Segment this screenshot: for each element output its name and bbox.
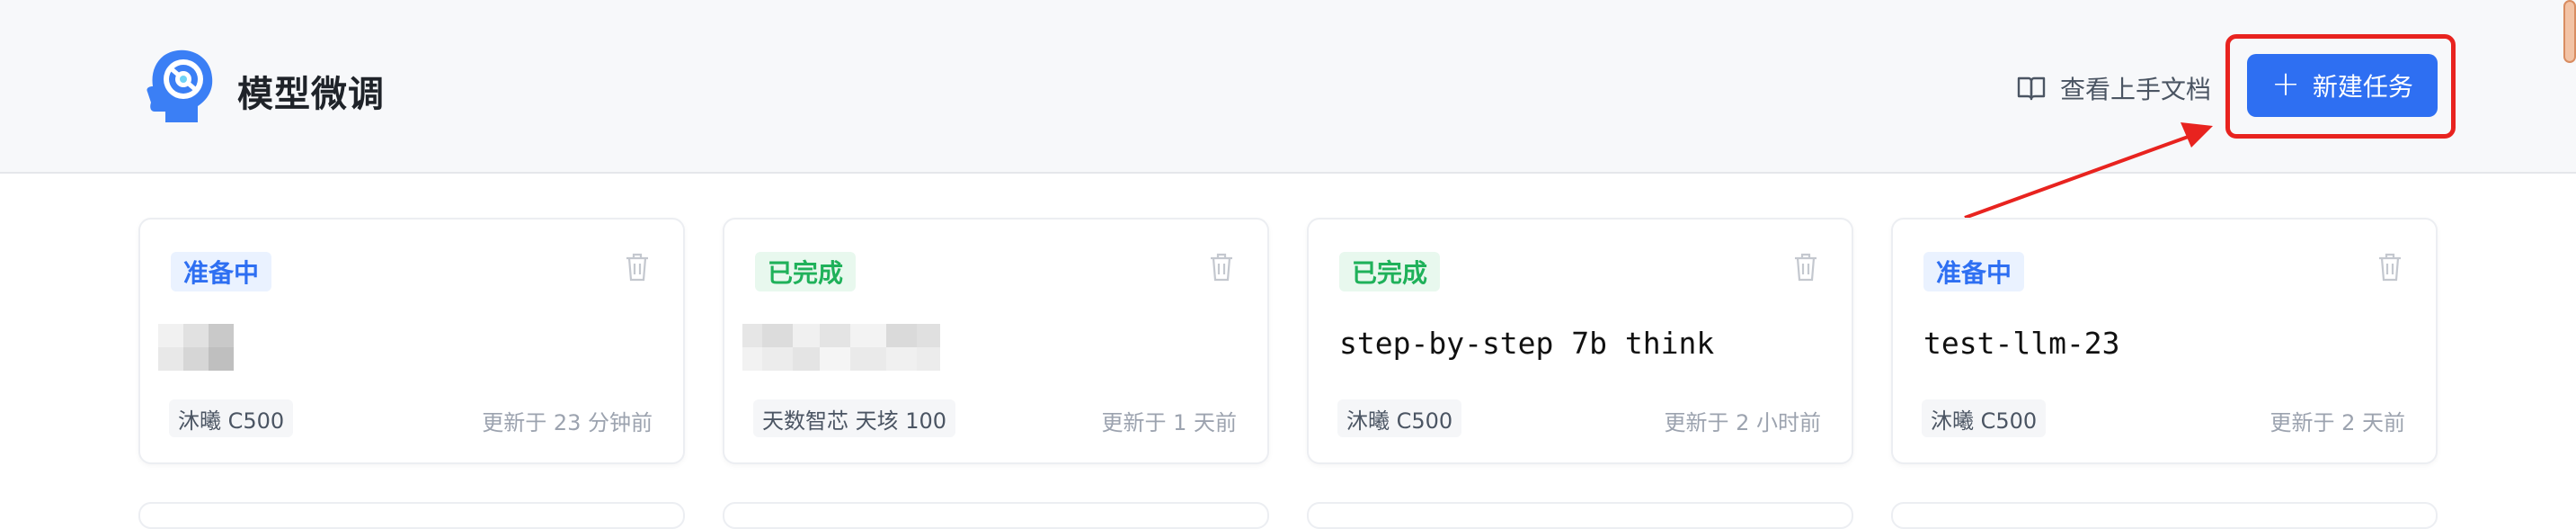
- task-card[interactable]: 已完成 step-by-step 7b think 沐曦 C500 更新于 2 …: [1307, 218, 1853, 464]
- task-name: test-llm-23: [1923, 326, 2120, 361]
- redacted-task-name: [742, 324, 940, 371]
- status-badge: 已完成: [755, 252, 857, 291]
- page-header: 模型微调 查看上手文档 + 新建任务: [0, 0, 2576, 174]
- docs-link-label: 查看上手文档: [2060, 75, 2212, 104]
- task-card[interactable]: 准备中 test-llm-23 沐曦 C500 更新于 2 天前: [1891, 218, 2438, 464]
- updated-time: 更新于 2 天前: [2270, 410, 2405, 435]
- device-tag: 沐曦 C500: [169, 399, 294, 437]
- scrollbar-thumb[interactable]: [2563, 0, 2576, 63]
- task-card[interactable]: 准备中 沐曦 C500 更新于 23 分钟前: [138, 218, 685, 464]
- device-tag: 沐曦 C500: [1337, 399, 1462, 437]
- device-tag: 沐曦 C500: [1922, 399, 2047, 437]
- trash-icon[interactable]: [1208, 252, 1235, 282]
- task-name: step-by-step 7b think: [1339, 326, 1715, 361]
- trash-icon[interactable]: [624, 252, 651, 282]
- page-title: 模型微调: [237, 74, 385, 115]
- task-card-partial[interactable]: [1307, 502, 1853, 529]
- annotation-highlight-box: [2225, 34, 2456, 139]
- book-icon: [2017, 76, 2046, 101]
- status-badge: 准备中: [1923, 252, 2025, 291]
- docs-link[interactable]: 查看上手文档: [2017, 70, 2211, 106]
- trash-icon[interactable]: [2376, 252, 2403, 282]
- task-card-partial[interactable]: [138, 502, 685, 529]
- status-badge: 准备中: [171, 252, 272, 291]
- trash-icon[interactable]: [1792, 252, 1819, 282]
- head-logo-icon: [147, 49, 213, 122]
- redacted-task-name: [158, 324, 234, 371]
- task-card[interactable]: 已完成 天数智芯 天垓 100 更新于 1 天前: [723, 218, 1269, 464]
- device-tag: 天数智芯 天垓 100: [753, 399, 956, 437]
- updated-time: 更新于 2 小时前: [1664, 410, 1821, 435]
- updated-time: 更新于 1 天前: [1101, 410, 1237, 435]
- updated-time: 更新于 23 分钟前: [482, 410, 653, 435]
- task-card-partial[interactable]: [1891, 502, 2438, 529]
- task-card-partial[interactable]: [723, 502, 1269, 529]
- status-badge: 已完成: [1339, 252, 1441, 291]
